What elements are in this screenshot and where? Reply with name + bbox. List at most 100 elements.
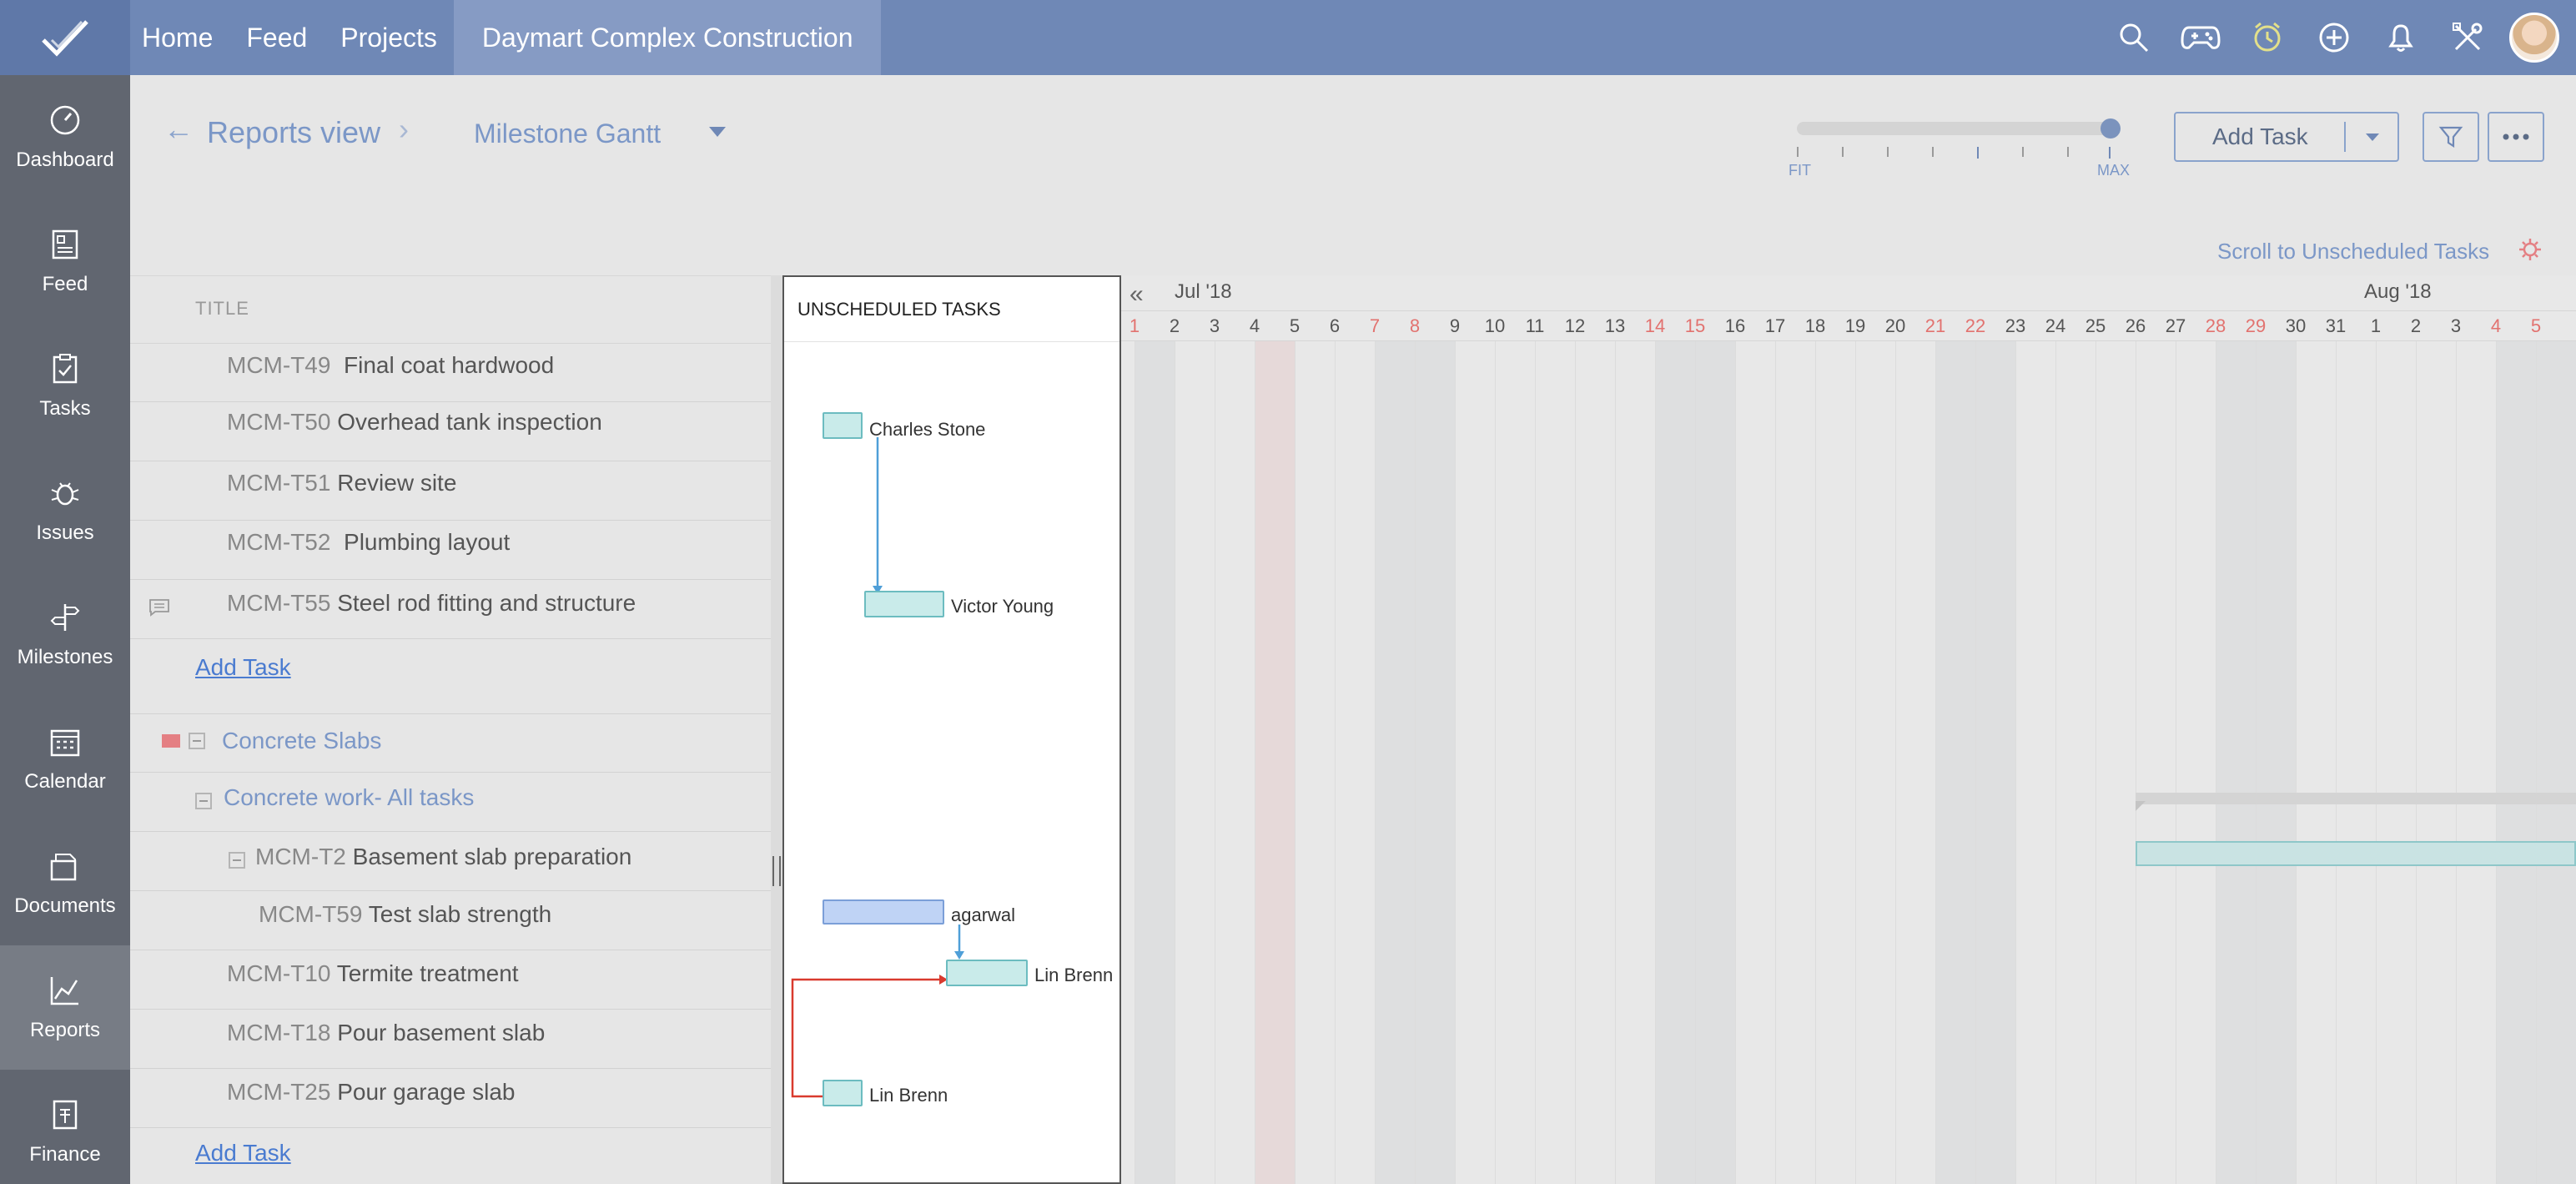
drag-handle-icon[interactable] — [772, 856, 781, 886]
table-row[interactable]: MCM-T51 Review site — [130, 461, 771, 521]
task-title[interactable]: Termite treatment — [337, 960, 519, 986]
task-title[interactable]: Test slab strength — [369, 901, 551, 927]
unscheduled-task-bar[interactable] — [864, 591, 944, 617]
unscheduled-task-bar[interactable] — [823, 1080, 863, 1106]
sidebar-item-label: Feed — [42, 272, 88, 295]
more-options-button[interactable] — [2488, 112, 2544, 162]
unscheduled-task-bar[interactable] — [946, 960, 1028, 986]
table-row[interactable]: MCM-T10 Termite treatment — [130, 950, 771, 1010]
task-title[interactable]: Plumbing layout — [344, 529, 510, 555]
zoom-handle[interactable] — [2101, 118, 2121, 139]
sidebar-item-finance[interactable]: Finance — [0, 1070, 130, 1184]
day-label: 20 — [1884, 315, 1906, 336]
day-column — [2096, 340, 2136, 1184]
milestone-flag-icon — [162, 734, 180, 748]
zoom-fit-label: FIT — [1789, 162, 1811, 179]
day-column — [1775, 340, 1815, 1184]
day-column — [2256, 340, 2296, 1184]
task-title[interactable]: Pour basement slab — [337, 1020, 545, 1045]
sidebar-item-documents[interactable]: Documents — [0, 821, 130, 945]
add-circle-icon[interactable] — [2301, 0, 2367, 75]
zoom-track[interactable] — [1797, 122, 2117, 135]
day-column — [1335, 340, 1375, 1184]
table-row[interactable]: MCM-T55 Steel rod fitting and structure — [130, 580, 771, 639]
search-icon[interactable] — [2101, 0, 2167, 75]
nav-feed[interactable]: Feed — [246, 23, 307, 53]
milestone-row[interactable]: Concrete Slabs — [130, 714, 771, 773]
collapse-icon[interactable] — [189, 733, 205, 749]
month-label: Jul '18 — [1175, 280, 1232, 303]
zoom-tick — [1977, 147, 1979, 159]
summary-bar[interactable] — [2136, 793, 2576, 804]
table-row[interactable]: MCM-T18 Pour basement slab — [130, 1010, 771, 1069]
collapse-icon[interactable] — [229, 852, 245, 869]
gantt-task-bar[interactable] — [2136, 841, 2576, 866]
sidebar-item-label: Milestones — [17, 645, 113, 668]
tasklist-row[interactable]: Concrete work- All tasks — [130, 773, 771, 832]
day-label: 23 — [2005, 315, 2026, 336]
day-column — [1615, 340, 1655, 1184]
nav-current-project[interactable]: Daymart Complex Construction — [453, 0, 882, 75]
day-label: 4 — [1249, 315, 1260, 336]
add-task-link[interactable]: Add Task — [195, 654, 291, 681]
zoom-slider[interactable]: FIT MAX — [1789, 112, 2130, 179]
table-row[interactable]: MCM-T49 Final coat hardwood — [130, 344, 771, 402]
nav-home[interactable]: Home — [142, 23, 213, 53]
comment-icon[interactable] — [148, 598, 170, 617]
view-selector[interactable]: Milestone Gantt — [474, 118, 661, 149]
collapse-panel-icon[interactable]: « — [1130, 280, 1144, 309]
task-title[interactable]: Pour garage slab — [337, 1079, 515, 1105]
task-code: MCM-T18 — [227, 1020, 331, 1045]
unscheduled-parent-bar[interactable] — [823, 899, 944, 925]
feed-icon — [52, 229, 78, 259]
task-code: MCM-T59 — [259, 901, 363, 927]
chevron-down-icon[interactable] — [2366, 134, 2379, 141]
sidebar-item-feed[interactable]: Feed — [0, 199, 130, 324]
bell-icon[interactable] — [2367, 0, 2434, 75]
task-title[interactable]: Steel rod fitting and structure — [337, 590, 636, 616]
day-column — [1895, 340, 1935, 1184]
sidebar-item-dashboard[interactable]: Dashboard — [0, 75, 130, 199]
table-row[interactable]: MCM-T52 Plumbing layout — [130, 521, 771, 580]
table-row[interactable]: MCM-T50 Overhead tank inspection — [130, 402, 771, 461]
table-row[interactable]: MCM-T25 Pour garage slab — [130, 1069, 771, 1128]
sidebar-item-issues[interactable]: Issues — [0, 448, 130, 572]
gamepad-icon[interactable] — [2167, 0, 2234, 75]
timer-icon[interactable] — [2234, 0, 2301, 75]
app-logo[interactable] — [0, 0, 130, 75]
table-row[interactable]: MCM-T59 Test slab strength — [130, 891, 771, 950]
sidebar-item-milestones[interactable]: Milestones — [0, 572, 130, 697]
dashboard-icon — [50, 105, 80, 134]
filter-button[interactable] — [2423, 112, 2479, 162]
sidebar-item-calendar[interactable]: Calendar — [0, 697, 130, 821]
add-task-button[interactable]: Add Task — [2174, 112, 2399, 162]
unscheduled-task-bar[interactable] — [823, 412, 863, 439]
title-column-header[interactable]: TITLE — [195, 298, 249, 320]
chevron-down-icon[interactable] — [709, 127, 726, 137]
breadcrumb-reports-view[interactable]: Reports view — [207, 115, 380, 150]
nav-projects[interactable]: Projects — [340, 23, 437, 53]
assignee-label: Charles Stone — [869, 419, 986, 440]
task-title[interactable]: Review site — [337, 470, 456, 496]
tools-icon[interactable] — [2434, 0, 2501, 75]
add-task-link[interactable]: Add Task — [195, 1140, 291, 1166]
scroll-to-unscheduled-link[interactable]: Scroll to Unscheduled Tasks — [2217, 239, 2489, 265]
day-column — [1455, 340, 1495, 1184]
gear-icon[interactable] — [2518, 237, 2543, 266]
day-label: 12 — [1564, 315, 1586, 336]
sidebar-item-label: Tasks — [39, 396, 91, 420]
tasklist-title[interactable]: Concrete work- All tasks — [224, 784, 474, 811]
task-title[interactable]: Basement slab preparation — [353, 844, 632, 869]
sidebar-item-tasks[interactable]: Tasks — [0, 324, 130, 448]
task-code: MCM-T50 — [227, 409, 331, 435]
user-avatar[interactable] — [2509, 13, 2559, 63]
collapse-icon[interactable] — [195, 793, 212, 809]
pane-splitter[interactable] — [771, 275, 782, 1184]
back-arrow-icon[interactable]: ← — [164, 112, 194, 147]
sidebar-item-reports[interactable]: Reports — [0, 945, 130, 1070]
task-title[interactable]: Final coat hardwood — [344, 352, 554, 378]
task-code: MCM-T25 — [227, 1079, 331, 1105]
table-row[interactable]: MCM-T2 Basement slab preparation — [130, 832, 771, 891]
milestone-title[interactable]: Concrete Slabs — [222, 728, 381, 754]
task-title[interactable]: Overhead tank inspection — [337, 409, 602, 435]
